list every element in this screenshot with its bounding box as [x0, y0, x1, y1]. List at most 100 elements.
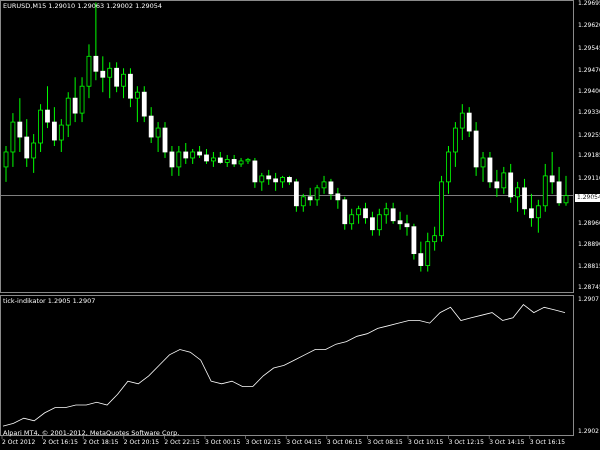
candle-body [404, 223, 410, 228]
candle-body [162, 127, 168, 153]
candle-body [155, 127, 161, 138]
candle-body [418, 253, 424, 266]
candle-body [411, 226, 417, 255]
candle-body [314, 187, 320, 201]
candle-body [72, 97, 78, 114]
candle-body [370, 217, 375, 231]
candle-body [79, 85, 85, 114]
time-axis-label: 2 Oct 18:15 [83, 439, 119, 446]
price-tick-label: 1.28745 [578, 284, 600, 291]
time-axis-label: 3 Oct 00:15 [205, 439, 241, 446]
time-axis-label: 3 Oct 10:15 [408, 439, 444, 446]
candle-body [141, 91, 147, 117]
candle-body [508, 172, 514, 198]
candle-body [563, 195, 569, 204]
candle-body [169, 151, 175, 168]
candle-body [31, 142, 37, 159]
candle-body [535, 205, 541, 219]
price-tick-label: 1.29185 [578, 152, 600, 160]
indicator-scale-top: 1.2907 [578, 296, 599, 303]
candle-body [300, 196, 306, 207]
time-axis-label: 3 Oct 14:15 [489, 439, 525, 446]
candle-body [86, 55, 92, 87]
price-tick-label: 1.29470 [578, 67, 600, 75]
candle-body [259, 175, 265, 183]
price-tick-label: 1.29255 [578, 131, 600, 139]
candle-body [38, 109, 43, 144]
price-tick-label: 1.29545 [578, 44, 600, 52]
candle-body [529, 208, 534, 219]
price-tick-label: 1.29035 [578, 197, 600, 205]
candle-body [100, 70, 106, 78]
candle-body [128, 73, 133, 99]
candle-body [217, 157, 223, 163]
time-axis-label: 3 Oct 08:15 [367, 439, 403, 446]
candle-body [446, 151, 451, 183]
candle-body [480, 157, 486, 168]
candle-body [293, 181, 299, 207]
indicator-line [2, 304, 566, 427]
candle-body [148, 115, 154, 138]
candle-body [515, 187, 521, 198]
candle-body [24, 136, 30, 159]
candle-body [287, 176, 292, 183]
candle-body [280, 176, 285, 183]
indicator-header: tick-indikator 1.2905 1.2907 [3, 297, 96, 305]
candle-body [65, 97, 71, 126]
candle-body [494, 181, 500, 189]
candle-body [231, 159, 237, 165]
candle-body [17, 121, 23, 138]
price-tick-label: 1.29330 [578, 109, 600, 117]
candle-body [501, 172, 507, 189]
candle-body [328, 181, 334, 195]
price-tick-label: 1.29400 [578, 88, 600, 96]
candle-body [556, 181, 562, 204]
chart-canvas [1, 2, 573, 439]
candle-body [190, 151, 196, 159]
candle-body [45, 109, 50, 123]
candle-body [390, 208, 396, 222]
candle-body [252, 160, 258, 183]
price-tick-label: 1.29695 [578, 0, 600, 7]
price-tick-label: 1.28960 [578, 219, 600, 227]
candle-body [473, 130, 479, 168]
candle-body [432, 235, 438, 243]
candle-body [397, 220, 403, 225]
time-axis-label: 2 Oct 22:15 [164, 439, 200, 446]
candle-body [522, 187, 527, 210]
time-axis-label: 2 Oct 2012 [2, 439, 36, 446]
candle-body [307, 196, 313, 201]
candle-body [273, 178, 279, 183]
candle-body [383, 208, 389, 216]
time-axis-label: 3 Oct 04:15 [286, 439, 322, 446]
candle-body [211, 157, 216, 162]
candle-body [93, 55, 99, 72]
price-tick-label: 1.28890 [578, 240, 600, 248]
candle-body [459, 112, 465, 129]
price-tick-label: 1.29620 [578, 22, 600, 30]
candle-body [107, 67, 113, 78]
time-axis-label: 3 Oct 02:15 [245, 439, 281, 446]
candle-body [363, 208, 368, 219]
candle-body [342, 199, 348, 225]
candle-body [466, 112, 472, 132]
candle-body [549, 175, 555, 183]
candle-body [425, 241, 431, 266]
time-axis-label: 3 Oct 12:15 [448, 439, 484, 446]
price-tick-label: 1.29110 [578, 174, 600, 182]
main-chart-header: EURUSD,M15 1.29010 1.29063 1.29002 1.290… [3, 2, 162, 10]
candle-body [204, 154, 209, 162]
candle-body [245, 159, 251, 162]
candle-body [183, 151, 189, 159]
candle-body [10, 121, 16, 153]
candle-body [114, 67, 120, 87]
candle-body [51, 121, 57, 141]
time-axis-label: 3 Oct 16:15 [529, 439, 566, 446]
time-axis-label: 3 Oct 06:15 [326, 439, 363, 446]
time-axis-label: 2 Oct 16:15 [42, 439, 78, 446]
candle-body [266, 175, 272, 180]
candle-body [238, 160, 244, 165]
indicator-scale-bottom: 1.2902 [578, 428, 599, 435]
price-tick-label: 1.28815 [578, 263, 600, 271]
candle-body [3, 151, 9, 168]
